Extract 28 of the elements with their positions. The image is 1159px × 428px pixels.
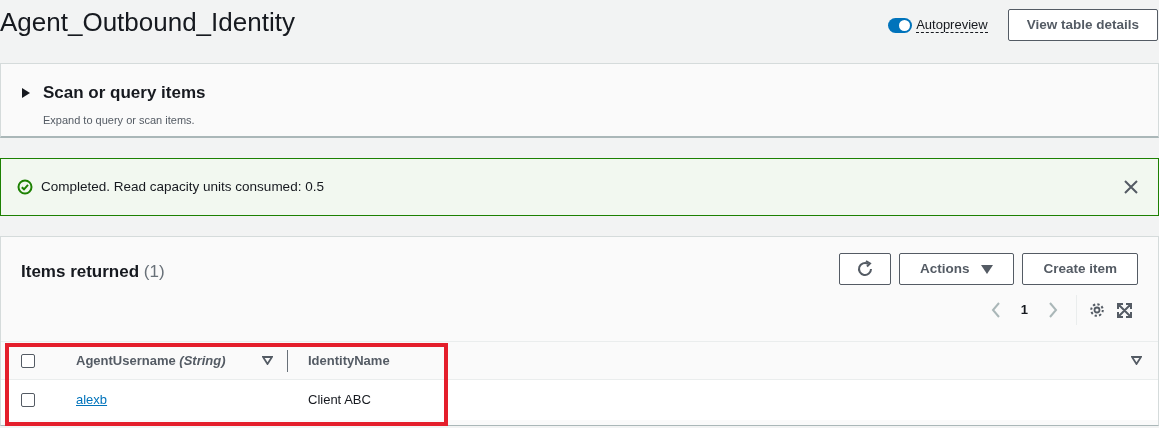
item-link[interactable]: alexb [76,392,108,408]
fullscreen-icon[interactable] [1117,302,1132,318]
select-all-checkbox[interactable] [21,353,35,368]
caret-down-icon [981,264,994,274]
sort-icon[interactable] [1131,356,1142,365]
column-header[interactable]: AgentUsername (String) [76,350,226,371]
items-heading: Items returned [21,262,140,281]
page-title: Agent_Outbound_Identity [0,6,295,39]
refresh-button[interactable] [838,253,891,285]
autopreview-toggle[interactable] [888,17,913,33]
actions-button[interactable]: Actions [898,253,1015,285]
row-checkbox[interactable] [21,393,35,407]
column-header[interactable]: IdentityName [308,350,390,371]
page-number[interactable]: 1 [1020,300,1028,320]
settings-icon[interactable] [1089,302,1105,318]
create-item-button[interactable]: Create item [1022,253,1138,285]
expand-caret-icon[interactable] [21,88,31,98]
sort-icon[interactable] [262,356,273,365]
items-count: (1) [143,262,165,281]
panel-description: Expand to query or scan items. [43,112,196,128]
autopreview-label[interactable]: Autopreview [916,17,988,33]
close-icon[interactable] [1124,180,1138,194]
panel-title[interactable]: Scan or query items [43,80,206,106]
view-table-details-button[interactable]: View table details [1007,9,1158,41]
refresh-icon [855,260,874,279]
success-check-icon [17,179,33,195]
table-cell: Client ABC [308,392,371,408]
alert-message: Completed. Read capacity units consumed: 0.5 [41,177,324,196]
